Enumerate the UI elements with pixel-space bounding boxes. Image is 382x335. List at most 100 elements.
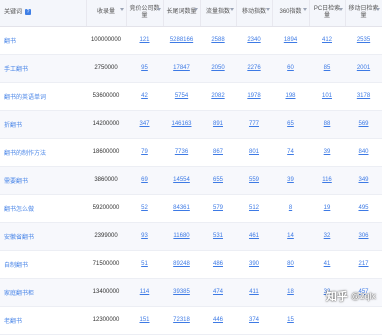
value-link[interactable]: 840 <box>358 149 368 155</box>
value-link[interactable]: 39 <box>324 149 331 155</box>
sort-icon[interactable] <box>375 8 380 11</box>
value-link[interactable]: 306 <box>358 233 368 239</box>
value-link[interactable]: 42 <box>141 93 148 99</box>
value-link[interactable]: 8 <box>289 205 292 211</box>
keyword-link[interactable]: 家庭翻书柜 <box>4 291 34 297</box>
value-link[interactable]: 411 <box>249 289 259 295</box>
keyword-link[interactable]: 翻书怎么做 <box>4 207 34 213</box>
value-link[interactable]: 101 <box>322 93 332 99</box>
header-mobile[interactable]: 移动日检索量 <box>345 0 382 27</box>
value-link[interactable]: 495 <box>358 205 368 211</box>
value-link[interactable]: 2535 <box>357 37 370 43</box>
value-link[interactable]: 65 <box>287 121 294 127</box>
header-jingjia[interactable]: 竞价公司数量 <box>126 0 164 27</box>
value-link[interactable]: 198 <box>285 93 295 99</box>
keyword-link[interactable]: 老翻书 <box>4 319 22 325</box>
keyword-link[interactable]: 折翻书 <box>4 123 22 129</box>
value-link[interactable]: 80 <box>287 261 294 267</box>
keyword-link[interactable]: 自制翻书 <box>4 263 28 269</box>
value-link[interactable]: 69 <box>141 177 148 183</box>
sort-icon[interactable] <box>302 8 307 11</box>
header-keyword[interactable]: 关键词? <box>0 0 87 27</box>
header-changwei[interactable]: 长尾词数量 <box>163 0 201 27</box>
keyword-link[interactable]: 需要翻书 <box>4 179 28 185</box>
value-link[interactable]: 474 <box>213 289 223 295</box>
header-pc[interactable]: PC日检索量 <box>309 0 346 27</box>
header-shoulu[interactable]: 收录量 <box>86 0 127 27</box>
value-link[interactable]: 151 <box>139 317 149 323</box>
value-link[interactable]: 2050 <box>211 65 224 71</box>
value-link[interactable]: 217 <box>358 261 368 267</box>
sort-icon[interactable] <box>338 8 343 11</box>
keyword-link[interactable]: 安徽省翻书 <box>4 235 34 241</box>
sort-icon[interactable] <box>156 8 161 11</box>
value-link[interactable]: 72318 <box>173 317 190 323</box>
value-link[interactable]: 2001 <box>357 65 370 71</box>
value-link[interactable]: 512 <box>249 205 259 211</box>
value-link[interactable]: 14 <box>287 233 294 239</box>
value-link[interactable]: 93 <box>141 233 148 239</box>
value-link[interactable]: 15 <box>287 317 294 323</box>
keyword-link[interactable]: 手工翻书 <box>4 67 28 73</box>
value-link[interactable]: 2588 <box>211 37 224 43</box>
value-link[interactable]: 1894 <box>284 37 297 43</box>
value-link[interactable]: 2082 <box>211 93 224 99</box>
value-link[interactable]: 11680 <box>173 233 189 239</box>
header-yidong[interactable]: 移动指数 <box>236 0 273 27</box>
sort-icon[interactable] <box>265 8 270 11</box>
value-link[interactable]: 18 <box>287 289 294 295</box>
value-link[interactable]: 41 <box>324 261 331 267</box>
value-link[interactable]: 461 <box>249 233 259 239</box>
value-link[interactable]: 88 <box>324 121 331 127</box>
sort-icon[interactable] <box>119 8 124 11</box>
value-link[interactable]: 5288166 <box>170 37 193 43</box>
keyword-link[interactable]: 翻书 <box>4 39 16 45</box>
value-link[interactable]: 559 <box>249 177 259 183</box>
value-link[interactable]: 867 <box>213 149 223 155</box>
value-link[interactable]: 891 <box>213 121 223 127</box>
keyword-link[interactable]: 翻书的制作方法 <box>4 151 46 157</box>
value-link[interactable]: 390 <box>249 261 259 267</box>
value-link[interactable]: 655 <box>213 177 223 183</box>
value-link[interactable]: 95 <box>141 65 148 71</box>
value-link[interactable]: 79 <box>141 149 148 155</box>
value-link[interactable]: 5754 <box>175 93 188 99</box>
value-link[interactable]: 349 <box>358 177 368 183</box>
value-link[interactable]: 85 <box>324 65 331 71</box>
value-link[interactable]: 39385 <box>173 289 190 295</box>
value-link[interactable]: 374 <box>249 317 259 323</box>
info-icon[interactable]: ? <box>25 8 32 15</box>
value-link[interactable]: 14554 <box>173 177 190 183</box>
value-link[interactable]: 777 <box>249 121 259 127</box>
value-link[interactable]: 2276 <box>247 65 260 71</box>
value-link[interactable]: 146163 <box>171 121 191 127</box>
value-link[interactable]: 801 <box>249 149 259 155</box>
value-link[interactable]: 7736 <box>175 149 188 155</box>
value-link[interactable]: 52 <box>141 205 148 211</box>
header-liuliang[interactable]: 流量指数 <box>200 0 237 27</box>
value-link[interactable]: 486 <box>213 261 223 267</box>
value-link[interactable]: 347 <box>139 121 149 127</box>
value-link[interactable]: 17847 <box>173 65 190 71</box>
value-link[interactable]: 2340 <box>247 37 260 43</box>
value-link[interactable]: 84361 <box>173 205 190 211</box>
value-link[interactable]: 116 <box>322 177 332 183</box>
keyword-link[interactable]: 翻书的英语单词 <box>4 95 46 101</box>
value-link[interactable]: 412 <box>322 37 332 43</box>
value-link[interactable]: 121 <box>139 37 149 43</box>
value-link[interactable]: 579 <box>213 205 223 211</box>
value-link[interactable]: 569 <box>358 121 368 127</box>
value-link[interactable]: 446 <box>213 317 223 323</box>
value-link[interactable]: 51 <box>141 261 148 267</box>
value-link[interactable]: 114 <box>140 289 150 295</box>
value-link[interactable]: 531 <box>213 233 223 239</box>
header-360[interactable]: 360指数 <box>272 0 310 27</box>
value-link[interactable]: 39 <box>287 177 294 183</box>
value-link[interactable]: 3178 <box>357 93 370 99</box>
value-link[interactable]: 19 <box>324 205 331 211</box>
sort-icon[interactable] <box>193 8 198 11</box>
value-link[interactable]: 74 <box>287 149 294 155</box>
value-link[interactable]: 32 <box>324 233 331 239</box>
value-link[interactable]: 89248 <box>173 261 190 267</box>
value-link[interactable]: 1978 <box>247 93 260 99</box>
